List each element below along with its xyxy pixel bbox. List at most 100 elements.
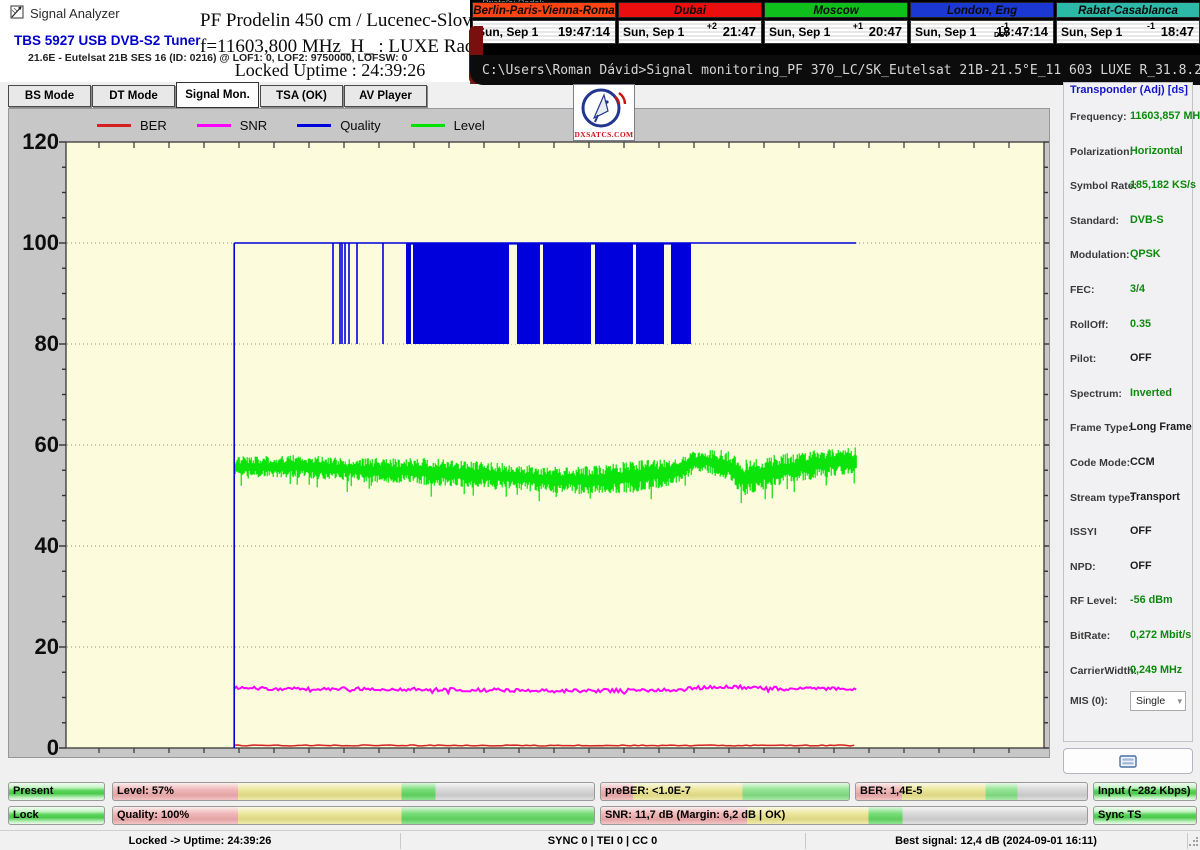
- y-axis-tick-label: 60: [15, 432, 59, 458]
- clock-utc-offset: +1: [853, 21, 863, 31]
- parameter-label: FEC:: [1070, 284, 1095, 296]
- transponder-sidebar: Transponder (Adj) [ds] Frequency:11603,8…: [1063, 82, 1193, 742]
- mis-dropdown[interactable]: Single ▾: [1130, 691, 1186, 711]
- clock-berlin: Berlin-Paris-Vienna-Roma Sun, Sep 1 19:4…: [472, 0, 616, 55]
- y-axis-tick-label: 100: [15, 230, 59, 256]
- y-axis-tick-label: 80: [15, 331, 59, 357]
- frequency-line: f=11603,800 MHz_H_ : LUXE Radio: [200, 36, 460, 58]
- parameter-label: Symbol Rate:: [1070, 180, 1137, 192]
- parameter-row: Pilot: OFF: [1064, 353, 1192, 373]
- parameter-row: Modulation:QPSK: [1064, 249, 1192, 269]
- clock-city-label: Dubai: [618, 2, 762, 18]
- input-indicator: Input (~282 Kbps): [1093, 782, 1197, 801]
- snr-progress-bar: SNR: 11,7 dB (Margin: 6,2 dB | OK): [600, 806, 1088, 825]
- clock-date: Sun, Sep 1: [769, 25, 830, 39]
- parameter-value: 0,272 Mbit/s: [1130, 629, 1191, 641]
- clock-london: London, Eng Sun, Sep 1 -1 DST 18:47:14: [910, 0, 1054, 55]
- window-title: Signal Analyzer: [30, 6, 120, 21]
- parameter-row: Polarization:Horizontal: [1064, 146, 1192, 166]
- parameter-row: CarrierWidth:0,249 MHz: [1064, 665, 1192, 685]
- parameter-label: Code Mode:: [1070, 457, 1130, 469]
- clock-time: 20:47: [869, 24, 902, 39]
- clock-time: 21:47: [723, 24, 756, 39]
- sync-ts-indicator: Sync TS: [1093, 806, 1197, 825]
- clock-rabat: Rabat-Casablanca Sun, Sep 1 -1 18:47: [1056, 0, 1200, 55]
- signal-trace-plot: [9, 109, 1049, 757]
- y-axis-tick-label: 120: [15, 129, 59, 155]
- parameter-row: Frame Type:Long Frame: [1064, 422, 1192, 442]
- clock-time-display: Sun, Sep 1 +2 21:47: [618, 20, 762, 44]
- mode-tab-row: BS Mode DT Mode Signal Mon. TSA (OK) AV …: [0, 82, 470, 108]
- parameter-row: Frequency:11603,857 MHz: [1064, 111, 1192, 131]
- tab-av-player[interactable]: AV Player: [344, 85, 427, 107]
- parameter-row: RF Level: -56 dBm: [1064, 595, 1192, 615]
- window-titlebar: Signal Analyzer: [10, 5, 120, 22]
- status-best-signal: Best signal: 12,4 dB (2024-09-01 16:11): [805, 831, 1187, 850]
- parameter-value: 11603,857 MHz: [1130, 110, 1200, 122]
- parameter-row: BitRate: 0,272 Mbit/s: [1064, 630, 1192, 650]
- tab-tsa[interactable]: TSA (OK): [260, 85, 343, 107]
- parameter-row: FEC:3/4: [1064, 284, 1192, 304]
- clock-city-label: Rabat-Casablanca: [1056, 2, 1200, 18]
- status-bar: Locked -> Uptime: 24:39:26 SYNC 0 | TEI …: [0, 830, 1200, 850]
- parameter-value: Long Frame: [1130, 421, 1192, 433]
- clock-date: Sun, Sep 1: [477, 25, 538, 39]
- tab-signal-mon[interactable]: Signal Mon.: [176, 82, 259, 108]
- signal-chart-panel: BER SNR Quality Level 020406080100120: [8, 108, 1050, 758]
- parameter-label: Spectrum:: [1070, 388, 1122, 400]
- clock-dubai: Dubai Sun, Sep 1 +2 21:47: [618, 0, 762, 55]
- ber-progress-bar: BER: 1,4E-5: [855, 782, 1088, 801]
- parameter-label: Stream type:: [1070, 492, 1134, 504]
- device-list-button[interactable]: [1063, 748, 1193, 774]
- parameter-value: Transport: [1130, 491, 1180, 503]
- parameter-value: -56 dBm: [1130, 594, 1173, 606]
- mis-selected-value: Single: [1136, 695, 1165, 707]
- status-sync-counters: SYNC 0 | TEI 0 | CC 0: [400, 831, 805, 850]
- level-progress-bar: Level: 57%: [112, 782, 595, 801]
- terminal-window[interactable]: C:\Users\Roman Dávid>Signal monitoring_P…: [470, 55, 1200, 85]
- parameter-value: CCM: [1130, 456, 1155, 468]
- clock-date: Sun, Sep 1: [623, 25, 684, 39]
- satellite-dish-icon: [574, 85, 634, 131]
- tab-dt-mode[interactable]: DT Mode: [92, 85, 175, 107]
- clock-utc-offset: +2: [707, 21, 717, 31]
- parameter-value: Horizontal: [1130, 145, 1183, 157]
- parameter-value: QPSK: [1130, 248, 1161, 260]
- lock-indicator: Lock: [8, 806, 105, 825]
- status-uptime: Locked -> Uptime: 24:39:26: [0, 831, 400, 850]
- clock-city-label: London, Eng: [910, 2, 1054, 18]
- clock-city-label: Berlin-Paris-Vienna-Roma: [472, 2, 616, 18]
- parameter-label: Standard:: [1070, 215, 1119, 227]
- clock-time: 18:47:14: [996, 24, 1048, 39]
- parameter-label: RF Level:: [1070, 595, 1117, 607]
- world-clock-strip: Priateľoj Radok Berlin-Paris-Vienna-Roma…: [470, 0, 1200, 55]
- resize-grip[interactable]: [1188, 837, 1198, 847]
- parameter-row: ISSYI OFF: [1064, 526, 1192, 546]
- parameter-row: Standard: DVB-S: [1064, 215, 1192, 235]
- parameter-label: Polarization:: [1070, 146, 1133, 158]
- parameter-row: Stream type:Transport: [1064, 492, 1192, 512]
- parameter-label: BitRate:: [1070, 630, 1110, 642]
- quality-progress-bar: Quality: 100%: [112, 806, 595, 825]
- signal-analyzer-window: Signal Analyzer TBS 5927 USB DVB-S2 Tune…: [0, 0, 1200, 850]
- parameter-label: Pilot:: [1070, 353, 1096, 365]
- parameter-row: Spectrum: Inverted: [1064, 388, 1192, 408]
- clock-date: Sun, Sep 1: [915, 25, 976, 39]
- parameter-value: 0.35: [1130, 318, 1151, 330]
- clock-utc-offset: -1: [1147, 21, 1155, 31]
- parameter-label: ISSYI: [1070, 526, 1097, 538]
- signal-analyzer-icon: [10, 5, 24, 22]
- tab-bs-mode[interactable]: BS Mode: [8, 85, 91, 107]
- parameter-value: 0,249 MHz: [1130, 664, 1182, 676]
- y-axis-tick-label: 0: [15, 735, 59, 761]
- chevron-down-icon: ▾: [1177, 696, 1182, 707]
- clock-time: 18:47: [1161, 24, 1194, 39]
- parameter-value: OFF: [1130, 352, 1152, 364]
- parameter-value: DVB-S: [1130, 214, 1164, 226]
- parameter-value: Inverted: [1130, 387, 1172, 399]
- clock-time-display: Sun, Sep 1 -1 DST 18:47:14: [910, 20, 1054, 44]
- clock-time: 19:47:14: [558, 24, 610, 39]
- clock-moscow: Moscow Sun, Sep 1 +1 20:47: [764, 0, 908, 55]
- parameter-value: OFF: [1130, 525, 1152, 537]
- parameter-row: Symbol Rate:185,182 KS/s: [1064, 180, 1192, 200]
